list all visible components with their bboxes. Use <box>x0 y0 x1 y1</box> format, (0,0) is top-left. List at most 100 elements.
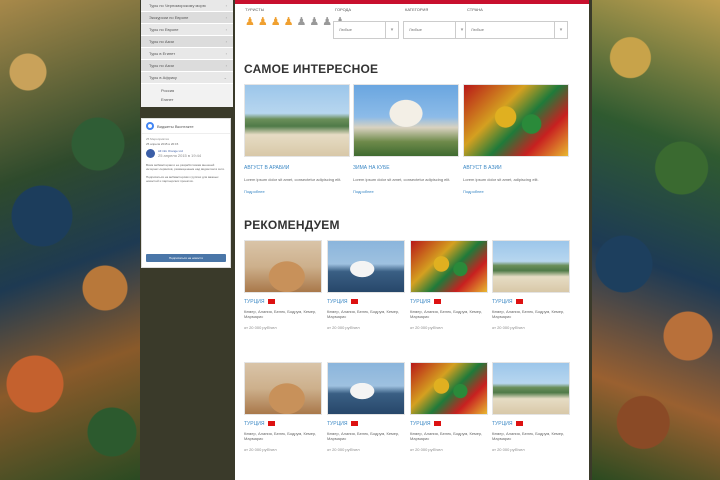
recommend-card[interactable]: ТУРЦИЯ Кемер, Алания, Белек, Бодрум, Кем… <box>327 362 405 452</box>
chevron-down-icon: ⌄ <box>223 75 227 80</box>
sidebar-item-label: Туры в Африку <box>149 75 177 80</box>
card-title[interactable]: ТУРЦИЯ <box>327 421 347 427</box>
sidebar-item[interactable]: Туры по Черноморскому морю › <box>141 0 233 12</box>
sidebar-item-label: Туры по Европе <box>149 27 179 32</box>
widget-logo-icon <box>146 122 154 130</box>
sidebar-item[interactable]: Туры по Европе › <box>141 24 233 36</box>
card-title[interactable]: ТУРЦИЯ <box>244 299 264 305</box>
section-title-interesting: САМОЕ ИНТЕРЕСНОЕ <box>244 62 379 76</box>
card-photo[interactable] <box>327 362 405 415</box>
card-photo[interactable] <box>244 362 322 415</box>
flag-icon <box>351 299 359 305</box>
city-select[interactable]: Любые ▾ <box>333 21 399 39</box>
widget-text: Всем вебмастерам и ее разработчикам внеш… <box>146 163 225 171</box>
category-select[interactable]: Любые ▾ <box>403 21 469 39</box>
card-photo[interactable] <box>410 362 488 415</box>
recommend-card[interactable]: ТУРЦИЯ Кемер, Алания, Белек, Бодрум, Кем… <box>492 362 570 452</box>
card-text: Кемер, Алания, Белек, Бодрум, Кемер, Мар… <box>244 309 317 319</box>
card-title[interactable]: АВГУСТ В АРАБИИ <box>244 165 350 171</box>
flag-icon <box>351 421 359 427</box>
chevron-right-icon: › <box>225 39 227 44</box>
card-text: Кемер, Алания, Белек, Бодрум, Кемер, Мар… <box>327 309 400 319</box>
recommend-card[interactable]: ТУРЦИЯ Кемер, Алания, Белек, Бодрум, Кем… <box>492 240 570 330</box>
card-price: от 20 000 руб/чел <box>410 447 443 452</box>
person-icon[interactable]: ♟ <box>271 16 281 28</box>
card-text: Кемер, Алания, Белек, Бодрум, Кемер, Мар… <box>327 431 400 441</box>
card-text: Кемер, Алания, Белек, Бодрум, Кемер, Мар… <box>492 431 565 441</box>
card-photo[interactable] <box>492 240 570 293</box>
category-label: КАТЕГОРИЯ <box>405 7 429 12</box>
interesting-card[interactable]: АВГУСТ В АРАБИИ Lorem ipsum dolor sit am… <box>244 84 350 194</box>
sidebar-item-label: Туры в Египет <box>149 51 176 56</box>
card-more-link[interactable]: Подробнее <box>353 189 459 194</box>
select-value: Любые <box>409 27 423 32</box>
card-price: от 20 000 руб/чел <box>327 447 360 452</box>
card-title[interactable]: ТУРЦИЯ <box>410 421 430 427</box>
card-more-link[interactable]: Подробнее <box>244 189 350 194</box>
avatar[interactable] <box>146 149 155 158</box>
card-title[interactable]: ТУРЦИЯ <box>244 421 264 427</box>
post-date: 25 апреля 2015 в 19:44 <box>158 153 202 158</box>
flag-icon <box>516 299 524 305</box>
sidebar-menu: Туры по Черноморскому морю › Экскурсии по… <box>141 0 233 107</box>
recommend-card[interactable]: ТУРЦИЯ Кемер, Алания, Белек, Бодрум, Кем… <box>244 362 322 452</box>
person-icon[interactable]: ♟ <box>322 16 332 28</box>
card-price: от 20 000 руб/чел <box>244 325 277 330</box>
widget-subtitle: 25 Мероприятия <box>146 137 169 141</box>
sidebar-submenu: Россия Египет <box>141 84 233 107</box>
sidebar-subitem[interactable]: Египет <box>141 95 233 104</box>
chevron-right-icon: › <box>225 27 227 32</box>
subscribe-button[interactable]: Подписаться на новости <box>146 254 226 262</box>
background-painting-left <box>0 0 140 480</box>
recommend-card[interactable]: ТУРЦИЯ Кемер, Алания, Белек, Бодрум, Кем… <box>244 240 322 330</box>
recommend-card[interactable]: ТУРЦИЯ Кемер, Алания, Белек, Бодрум, Кем… <box>410 240 488 330</box>
recommend-card[interactable]: ТУРЦИЯ Кемер, Алания, Белек, Бодрум, Кем… <box>327 240 405 330</box>
chevron-right-icon: › <box>225 15 227 20</box>
flag-icon <box>434 299 442 305</box>
tourists-label: ТУРИСТЫ <box>245 7 265 12</box>
tourist-count-selector: ♟ ♟ ♟ ♟ ♟ ♟ ♟ ♟ <box>245 16 345 28</box>
person-icon[interactable]: ♟ <box>297 16 307 28</box>
card-photo[interactable] <box>327 240 405 293</box>
card-photo[interactable] <box>410 240 488 293</box>
card-title[interactable]: ТУРЦИЯ <box>492 299 512 305</box>
sidebar-subitem[interactable]: Россия <box>141 86 233 95</box>
card-title[interactable]: ТУРЦИЯ <box>492 421 512 427</box>
person-icon[interactable]: ♟ <box>245 16 255 28</box>
chevron-down-icon: ▾ <box>385 22 398 38</box>
flag-icon <box>516 421 524 427</box>
sidebar-item[interactable]: Туры по Азии › <box>141 36 233 48</box>
card-price: от 20 000 руб/чел <box>492 447 525 452</box>
sidebar-item[interactable]: Туры в Африку ⌄ <box>141 72 233 84</box>
interesting-card[interactable]: АВГУСТ В АЗИИ Lorem ipsum dolor sit amet… <box>463 84 569 194</box>
card-photo[interactable] <box>244 84 350 157</box>
country-select[interactable]: Любые ▾ <box>465 21 568 39</box>
left-sidebar: Туры по Черноморскому морю › Экскурсии по… <box>141 0 233 480</box>
sidebar-item-label: Туры по Азии <box>149 39 174 44</box>
card-photo[interactable] <box>492 362 570 415</box>
sidebar-item[interactable]: Туры по Азии › <box>141 60 233 72</box>
card-photo[interactable] <box>244 240 322 293</box>
card-title[interactable]: АВГУСТ В АЗИИ <box>463 165 569 171</box>
interesting-card[interactable]: ЗИМА НА КУБЕ Lorem ipsum dolor sit amet,… <box>353 84 459 194</box>
person-icon[interactable]: ♟ <box>258 16 268 28</box>
chevron-right-icon: › <box>225 51 227 56</box>
card-photo[interactable] <box>353 84 459 157</box>
person-icon[interactable]: ♟ <box>284 16 294 28</box>
card-text: Кемер, Алания, Белек, Бодрум, Кемер, Мар… <box>410 431 483 441</box>
card-title[interactable]: ТУРЦИЯ <box>327 299 347 305</box>
card-text: Lorem ipsum dolor sit amet, adipiscing e… <box>463 177 539 182</box>
widget-text: Подписаться на вебмастерских группах для… <box>146 175 219 183</box>
card-price: от 20 000 руб/чел <box>492 325 525 330</box>
flag-icon <box>268 299 276 305</box>
sidebar-item[interactable]: Экскурсии по Европе › <box>141 12 233 24</box>
card-more-link[interactable]: Подробнее <box>463 189 569 194</box>
card-title[interactable]: ТУРЦИЯ <box>410 299 430 305</box>
section-title-recommend: РЕКОМЕНДУЕМ <box>244 218 340 232</box>
recommend-card[interactable]: ТУРЦИЯ Кемер, Алания, Белек, Бодрум, Кем… <box>410 362 488 452</box>
card-title[interactable]: ЗИМА НА КУБЕ <box>353 165 459 171</box>
card-photo[interactable] <box>463 84 569 157</box>
person-icon[interactable]: ♟ <box>309 16 319 28</box>
card-text: Lorem ipsum dolor sit amet, consectetur … <box>244 177 342 182</box>
sidebar-item[interactable]: Туры в Египет › <box>141 48 233 60</box>
